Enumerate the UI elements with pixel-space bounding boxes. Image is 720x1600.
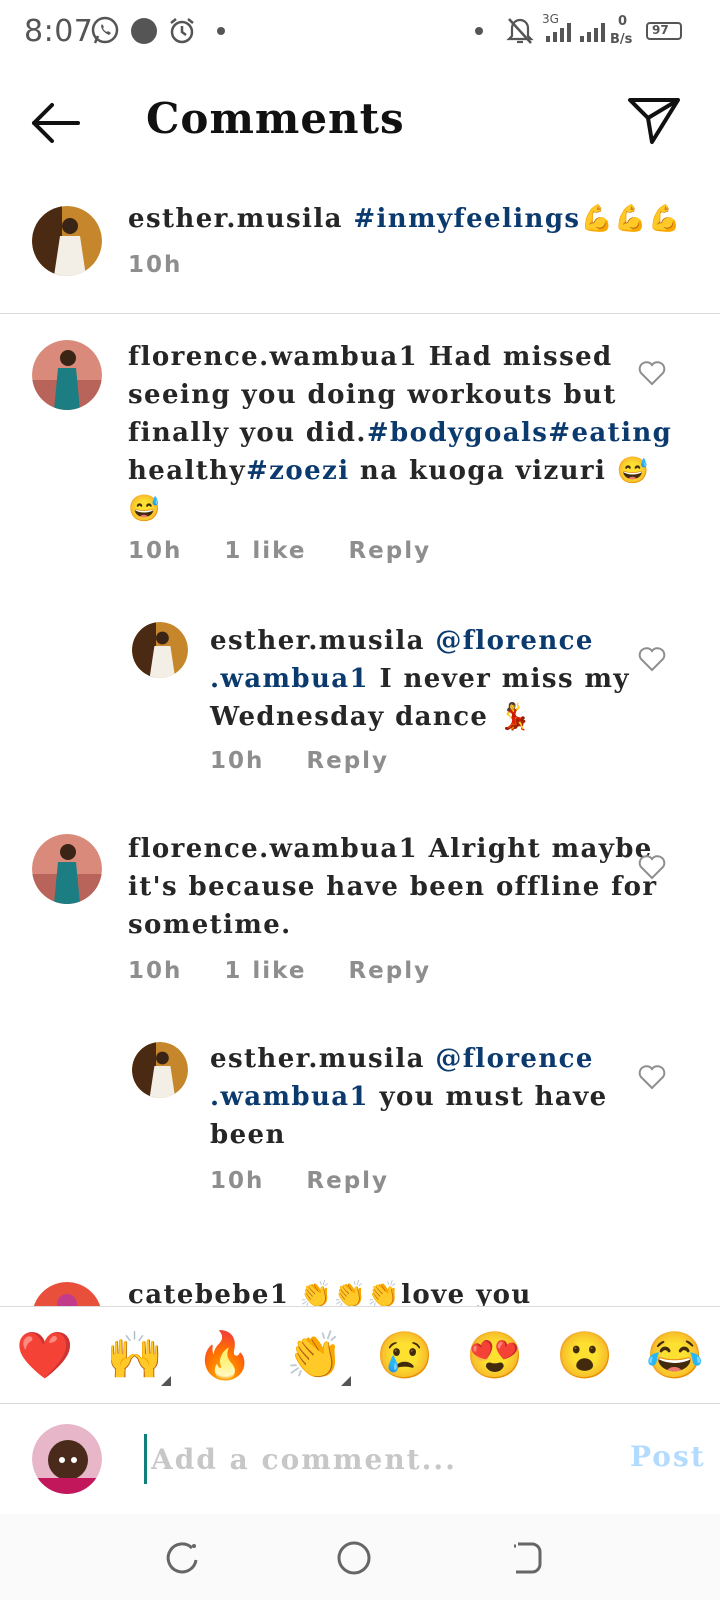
mention-link[interactable]: .wambua1 <box>210 664 369 694</box>
notification-dot-icon <box>131 18 157 44</box>
dot-icon <box>475 27 483 35</box>
comment-composer: Post <box>0 1404 720 1514</box>
status-time: 8:07 <box>24 14 94 49</box>
comment-text: been <box>210 1120 286 1150</box>
back-arrow-icon[interactable] <box>28 98 84 148</box>
comment-username[interactable]: catebebe1 <box>128 1280 289 1306</box>
comment-likes[interactable]: 1 like <box>224 538 306 564</box>
comment-time: 10h <box>128 538 183 564</box>
comment-time: 10h <box>210 1168 265 1194</box>
reply-button[interactable]: Reply <box>348 538 431 564</box>
laughing-emoji-button[interactable]: 😂 <box>645 1332 705 1378</box>
post-caption: esther.musila #inmyfeelings💪💪💪 10h <box>0 184 720 314</box>
comment-text: I never miss my <box>379 664 630 694</box>
like-heart-icon[interactable] <box>638 646 666 672</box>
reply-button[interactable]: Reply <box>306 748 389 774</box>
comment-text: Wednesday dance 💃 <box>210 702 533 732</box>
comment-text: seeing you doing workouts but <box>128 380 617 410</box>
raising-hands-emoji: 🙌 <box>106 1328 164 1382</box>
caption-time: 10h <box>128 252 183 278</box>
avatar[interactable] <box>32 834 102 904</box>
comment-username[interactable]: esther.musila <box>210 1044 425 1074</box>
caption-username[interactable]: esther.musila <box>128 204 343 234</box>
clapping-emoji-button[interactable]: 👏 <box>285 1332 351 1386</box>
header: Comments <box>0 64 720 184</box>
direct-message-icon[interactable] <box>626 92 682 148</box>
comment-time: 10h <box>128 958 183 984</box>
mention-link[interactable]: .wambua1 <box>210 1082 369 1112</box>
reply-comment-item: esther.musila @florence .wambua1 I never… <box>0 616 720 786</box>
fire-emoji-button[interactable]: 🔥 <box>195 1332 255 1378</box>
speed-value: 0 <box>618 14 628 29</box>
comment-text: healthy <box>128 456 246 486</box>
signal-icon-2 <box>580 23 605 42</box>
comment-text: 😅 <box>128 494 162 524</box>
more-dot-icon <box>217 27 225 35</box>
heart-emoji-button[interactable]: ❤️ <box>15 1332 75 1378</box>
page-title: Comments <box>146 94 405 143</box>
comment-likes[interactable]: 1 like <box>224 958 306 984</box>
comment-meta: 10h Reply <box>210 1168 389 1194</box>
avatar[interactable] <box>132 622 188 678</box>
mute-notifications-icon <box>506 18 534 44</box>
comment-item: florence.wambua1 Had missed seeing you d… <box>0 330 720 580</box>
comment-text: na kuoga vizuri 😅 <box>349 456 651 486</box>
avatar[interactable] <box>132 1042 188 1098</box>
system-navigation-bar <box>0 1514 720 1600</box>
comment-item: catebebe1 👏👏👏love you <box>0 1270 720 1306</box>
comment-item: florence.wambua1 Alright maybe it's beca… <box>0 826 720 996</box>
battery-icon: 97 <box>646 22 682 40</box>
hashtag-link[interactable]: #bodygoals#eating <box>367 418 672 448</box>
comment-text: Alright maybe <box>428 834 653 864</box>
quick-emoji-bar: ❤️ 🙌 🔥 👏 😢 😍 😮 😂 <box>0 1306 720 1404</box>
comment-text: Had missed <box>428 342 613 372</box>
comment-username[interactable]: esther.musila <box>210 626 425 656</box>
recent-apps-icon[interactable] <box>158 1534 206 1582</box>
like-heart-icon[interactable] <box>638 360 666 386</box>
skin-tone-indicator-icon <box>161 1376 171 1386</box>
surprised-emoji-button[interactable]: 😮 <box>555 1332 615 1378</box>
crying-emoji-button[interactable]: 😢 <box>375 1332 435 1378</box>
caption-meta: 10h <box>128 252 182 278</box>
mention-link[interactable]: @florence <box>435 1044 594 1074</box>
comment-time: 10h <box>210 748 265 774</box>
comment-text: sometime. <box>128 910 292 940</box>
home-icon[interactable] <box>330 1534 378 1582</box>
battery-level: 97 <box>652 23 669 37</box>
comment-text: 👏👏👏love you <box>299 1280 532 1306</box>
comment-username[interactable]: florence.wambua1 <box>128 342 418 372</box>
current-user-avatar <box>32 1424 102 1494</box>
avatar[interactable] <box>32 340 102 410</box>
alarm-icon <box>170 18 194 44</box>
like-heart-icon[interactable] <box>638 854 666 880</box>
raising-hands-emoji-button[interactable]: 🙌 <box>105 1332 171 1386</box>
skin-tone-indicator-icon <box>341 1376 351 1386</box>
post-button[interactable]: Post <box>630 1440 706 1473</box>
comment-username[interactable]: florence.wambua1 <box>128 834 418 864</box>
back-nav-icon[interactable] <box>502 1534 550 1582</box>
comment-meta: 10h 1 like Reply <box>128 958 431 984</box>
avatar[interactable] <box>32 206 102 276</box>
clapping-emoji: 👏 <box>286 1328 344 1382</box>
comment-text: it's because have been offline for <box>128 872 658 902</box>
status-bar: 8:07 3G 0 B/s 97 <box>0 0 720 64</box>
comment-meta: 10h Reply <box>210 748 389 774</box>
avatar[interactable] <box>32 1282 102 1306</box>
reply-comment-item: esther.musila @florence .wambua1 you mus… <box>0 1036 720 1206</box>
reply-button[interactable]: Reply <box>306 1168 389 1194</box>
signal-icon <box>546 23 571 42</box>
heart-eyes-emoji-button[interactable]: 😍 <box>465 1332 525 1378</box>
caption-text[interactable]: #inmyfeelings💪💪💪 <box>353 204 681 234</box>
comment-text: you must have <box>379 1082 608 1112</box>
reply-button[interactable]: Reply <box>348 958 431 984</box>
speed-unit: B/s <box>610 32 633 47</box>
comment-input[interactable] <box>144 1434 594 1484</box>
mention-link[interactable]: @florence <box>435 626 594 656</box>
hashtag-link[interactable]: #zoezi <box>246 456 349 486</box>
comment-text: finally you did. <box>128 418 367 448</box>
comment-meta: 10h 1 like Reply <box>128 538 431 564</box>
like-heart-icon[interactable] <box>638 1064 666 1090</box>
whatsapp-icon <box>91 16 119 44</box>
